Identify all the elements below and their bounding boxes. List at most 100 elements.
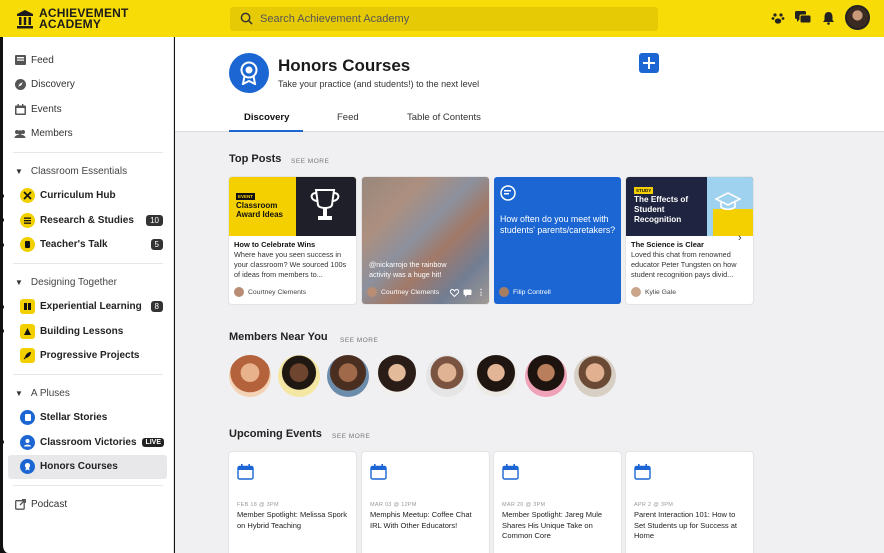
group-label: A Pluses	[30, 387, 70, 399]
post-image-text: The Effects of Student Recognition	[634, 195, 689, 224]
paw-icon[interactable]	[770, 10, 786, 26]
space-header: Honors Courses Take your practice (and s…	[175, 37, 884, 132]
unread-count-badge: 8	[150, 301, 163, 313]
post-author: Kylie Gale	[631, 287, 676, 297]
tab-discovery[interactable]: Discovery	[244, 112, 289, 123]
poll-card[interactable]: How often do you meet with students' par…	[494, 177, 621, 304]
bell-icon[interactable]	[820, 10, 836, 26]
post-author: Courtney Clements	[234, 287, 306, 297]
events-see-more-link[interactable]: SEE MORE	[332, 433, 370, 440]
member-avatar[interactable]	[426, 355, 468, 397]
avatar	[499, 287, 509, 297]
app-name: ACHIEVEMENT ACADEMY	[39, 5, 129, 31]
member-avatar[interactable]	[525, 355, 567, 397]
member-avatar[interactable]	[278, 355, 320, 397]
event-card[interactable]: MAR 20 @ 3PM Member Spotlight: Jareg Mul…	[494, 452, 621, 553]
comment-icon[interactable]	[463, 289, 472, 297]
event-title: Member Spotlight: Melissa Spork on Hybri…	[237, 510, 348, 530]
event-card[interactable]: APR 2 @ 3PM Parent Interaction 101: How …	[626, 452, 753, 553]
building-lessons-icon	[20, 323, 35, 339]
stellar-stories-icon	[20, 410, 35, 426]
event-date: FEB 18 @ 3PM	[237, 502, 279, 508]
sidebar-item-label: Discovery	[31, 79, 75, 91]
members-see-more-link[interactable]: SEE MORE	[340, 337, 378, 344]
sidebar-item-building-lessons[interactable]: Building Lessons	[0, 319, 173, 344]
sidebar-item-curriculum-hub[interactable]: Curriculum Hub	[0, 184, 173, 209]
post-card[interactable]: EVENT Classroom Award Ideas How to Celeb…	[229, 177, 356, 304]
next-arrow-icon[interactable]: ›	[738, 232, 742, 244]
heart-icon[interactable]	[450, 289, 459, 297]
group-label: Classroom Essentials	[30, 165, 128, 177]
award-icon	[20, 459, 35, 475]
sidebar-item-label: Teacher's Talk	[40, 239, 108, 251]
more-options-icon[interactable]: ⋮	[477, 288, 485, 297]
sidebar-item-podcast[interactable]: Podcast	[3, 492, 173, 517]
sidebar-item-progressive-projects[interactable]: Progressive Projects	[3, 344, 173, 369]
tab-table-of-contents[interactable]: Table of Contents	[407, 112, 481, 123]
event-card[interactable]: MAR 03 @ 12PM Memphis Meetup: Coffee Cha…	[362, 452, 489, 553]
avatar	[234, 287, 244, 297]
chat-icon[interactable]	[795, 10, 811, 26]
member-avatar[interactable]	[475, 355, 517, 397]
experiential-learning-icon	[20, 299, 35, 315]
sidebar-item-experiential-learning[interactable]: Experiential Learning 8	[0, 295, 173, 320]
post-author: Courtney Clements	[367, 287, 439, 297]
calendar-icon	[237, 464, 254, 480]
post-image: EVENT Classroom Award Ideas	[229, 177, 356, 236]
author-name: Courtney Clements	[248, 288, 307, 296]
post-author: Filip Contrell	[499, 287, 551, 297]
user-avatar[interactable]	[845, 5, 870, 30]
tab-feed[interactable]: Feed	[337, 112, 359, 123]
sidebar-item-teachers-talk[interactable]: Teacher's Talk 5	[0, 233, 173, 258]
member-avatar[interactable]	[574, 355, 616, 397]
sidebar-item-label: Curriculum Hub	[40, 190, 116, 202]
post-excerpt: Loved this chat from renowned educator P…	[631, 250, 737, 279]
member-avatar[interactable]	[229, 355, 271, 397]
page-subtitle: Take your practice (and students!) to th…	[278, 79, 480, 89]
sidebar-item-classroom-victories[interactable]: Classroom Victories LIVE	[0, 430, 173, 455]
sidebar-item-label: Stellar Stories	[40, 412, 108, 424]
active-tab-indicator	[229, 130, 303, 132]
trophy-icon	[310, 189, 340, 220]
member-avatar[interactable]	[327, 355, 369, 397]
sidebar-item-label: Feed	[31, 54, 54, 66]
calendar-icon	[370, 464, 387, 480]
calendar-icon	[502, 464, 519, 480]
group-designing-together[interactable]: ▼ Designing Together	[3, 270, 173, 295]
avatar	[367, 287, 377, 297]
top-posts-see-more-link[interactable]: SEE MORE	[291, 158, 329, 165]
sidebar-item-members[interactable]: Members	[3, 122, 173, 147]
post-tag: EVENT	[236, 193, 256, 200]
top-posts-heading: Top Posts	[229, 153, 282, 165]
member-avatar[interactable]	[376, 355, 418, 397]
app-logo[interactable]: ACHIEVEMENT ACADEMY	[16, 5, 230, 31]
sidebar-item-events[interactable]: Events	[3, 97, 173, 122]
avatar	[631, 287, 641, 297]
live-badge: LIVE	[142, 437, 164, 447]
compass-icon	[14, 79, 26, 91]
search-input[interactable]: Search Achievement Academy	[230, 6, 658, 31]
sidebar-item-discovery[interactable]: Discovery	[3, 73, 173, 98]
sidebar-item-research-studies[interactable]: Research & Studies 10	[0, 208, 173, 233]
sidebar-divider	[13, 263, 163, 264]
person-icon	[20, 434, 35, 450]
sidebar-item-honors-courses[interactable]: Honors Courses	[8, 454, 167, 479]
members-heading: Members Near You	[229, 331, 328, 343]
post-card[interactable]: STUDY The Effects of Student Recognition…	[626, 177, 753, 304]
sidebar-item-label: Honors Courses	[40, 461, 118, 473]
post-excerpt: Where have you seen success in your clas…	[234, 250, 347, 279]
sidebar-item-feed[interactable]: Feed	[3, 48, 173, 73]
rocket-icon	[20, 348, 35, 364]
author-name: Courtney Clements	[381, 288, 440, 296]
group-a-pluses[interactable]: ▼ A Pluses	[3, 381, 173, 406]
group-classroom-essentials[interactable]: ▼ Classroom Essentials	[3, 159, 173, 184]
caret-down-icon: ▼	[15, 166, 23, 176]
sidebar-item-stellar-stories[interactable]: Stellar Stories	[3, 406, 173, 431]
caret-down-icon: ▼	[15, 388, 23, 398]
add-button[interactable]	[639, 53, 659, 73]
post-card[interactable]: @nickarrojo the rainbow activity was a h…	[362, 177, 489, 304]
event-card[interactable]: FEB 18 @ 3PM Member Spotlight: Melissa S…	[229, 452, 356, 553]
sidebar-item-label: Progressive Projects	[40, 350, 140, 362]
research-icon	[20, 212, 35, 228]
caret-down-icon: ▼	[15, 277, 23, 287]
